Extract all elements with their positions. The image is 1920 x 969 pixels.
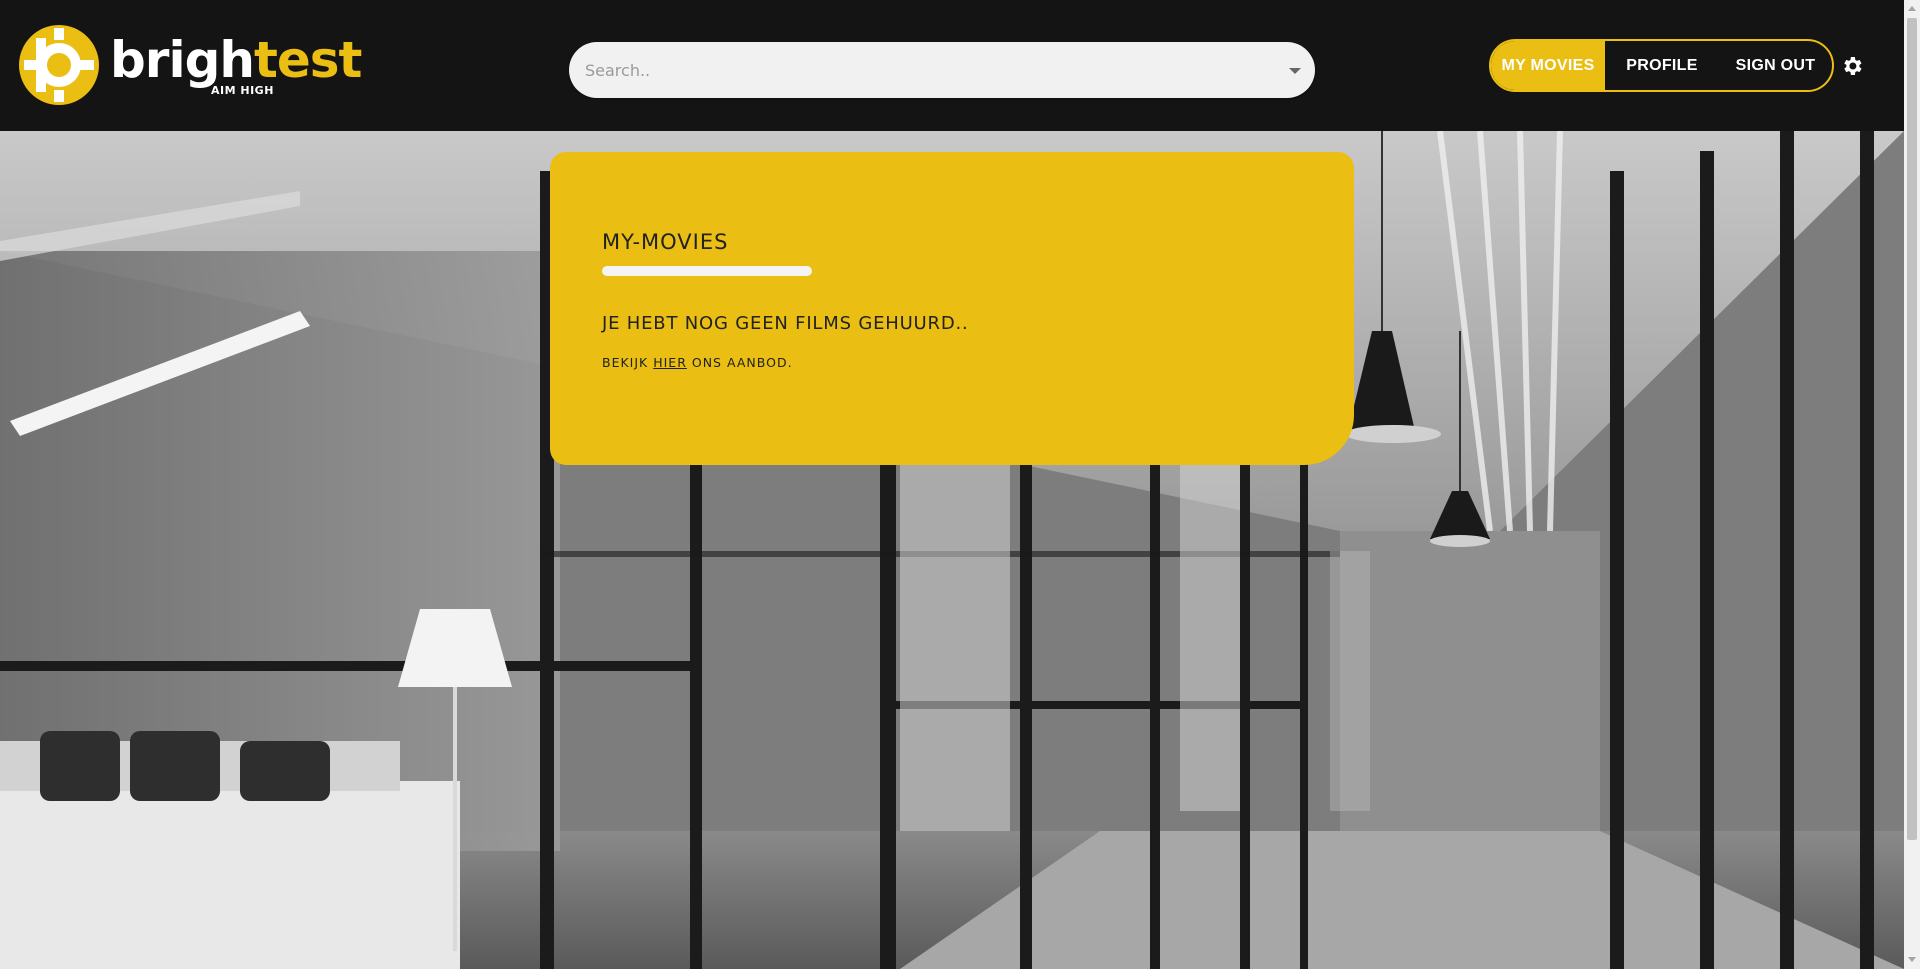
chevron-down-icon[interactable] <box>1289 68 1301 74</box>
browse-offer-text: BEKIJK HIER ONS AANBOD. <box>602 355 793 370</box>
page-scrollbar[interactable] <box>1904 0 1920 969</box>
brand-logo[interactable]: brightest AIM HIGH <box>18 24 362 108</box>
logo-wordmark: brightest <box>110 31 362 89</box>
scroll-down-arrow-icon[interactable] <box>1908 957 1916 962</box>
title-underline-bar <box>602 266 812 276</box>
scrollbar-thumb[interactable] <box>1907 18 1917 840</box>
browse-offer-suffix: ONS AANBOD. <box>686 355 793 370</box>
nav-sign-out[interactable]: SIGN OUT <box>1719 41 1832 90</box>
my-movies-card: MY-MOVIES JE HEBT NOG GEEN FILMS GEHUURD… <box>550 152 1354 465</box>
top-header: brightest AIM HIGH MY MOVIES PROFILE SIG… <box>0 0 1904 131</box>
gear-icon[interactable] <box>1840 54 1864 78</box>
empty-state-message: JE HEBT NOG GEEN FILMS GEHUURD.. <box>602 313 969 334</box>
logo-wordmark-part1: brigh <box>110 31 255 89</box>
scroll-up-arrow-icon[interactable] <box>1908 6 1916 11</box>
page-title: MY-MOVIES <box>602 230 729 254</box>
browse-offer-link[interactable]: HIER <box>653 355 687 370</box>
search-box[interactable] <box>569 42 1315 98</box>
logo-wordmark-part2: test <box>253 31 362 89</box>
nav-my-movies[interactable]: MY MOVIES <box>1491 41 1605 90</box>
browse-offer-prefix: BEKIJK <box>602 355 654 370</box>
main-nav: MY MOVIES PROFILE SIGN OUT <box>1489 39 1834 92</box>
logo-mark-icon <box>19 25 99 105</box>
nav-profile[interactable]: PROFILE <box>1605 41 1719 90</box>
search-input[interactable] <box>585 42 1265 98</box>
logo-tagline: AIM HIGH <box>211 84 274 97</box>
page: brightest AIM HIGH MY MOVIES PROFILE SIG… <box>0 0 1920 969</box>
